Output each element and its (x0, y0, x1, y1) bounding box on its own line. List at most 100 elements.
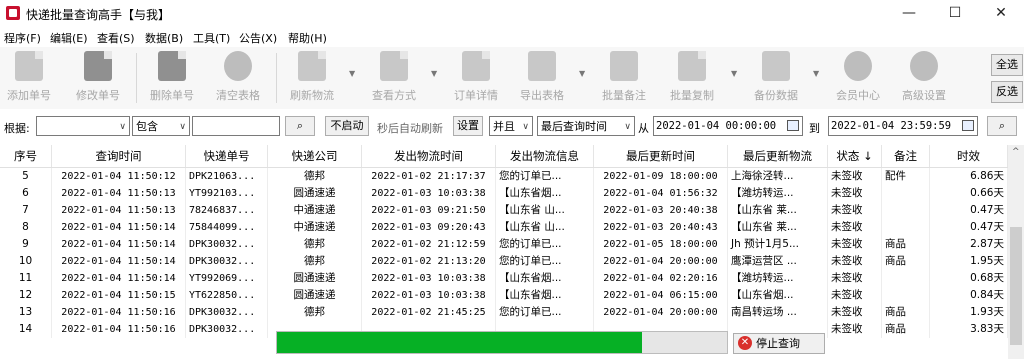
table-cell-index: 6 (0, 185, 52, 202)
table-row[interactable]: 7 2022-01-04 11:50:13 78246837... 中通速递 2022-… (0, 202, 1008, 219)
filter-operator-select[interactable]: 包含 ∨ (132, 116, 190, 136)
backup-data-button[interactable]: 备份数据 (748, 51, 804, 107)
table-cell-status: 未签收 (828, 185, 882, 202)
table-row[interactable]: 13 2022-01-04 11:50:16 DPK30032... 德邦 2022-0… (0, 304, 1008, 321)
header-col-sent-info[interactable]: 发出物流信息 (496, 145, 594, 167)
from-datetime-picker[interactable]: 2022-01-04 00:00:00 (653, 116, 803, 136)
refresh-dropdown-arrow-icon[interactable]: ▼ (349, 69, 355, 78)
filter-by-label: 根据: (4, 122, 30, 135)
menu-notice[interactable]: 公告(X) (239, 30, 277, 46)
refresh-logistics-button[interactable]: 刷新物流 (284, 51, 340, 107)
scrollbar-thumb[interactable] (1010, 227, 1022, 345)
logic-and-select[interactable]: 并且 ∨ (489, 116, 533, 136)
advanced-settings-button[interactable]: 高级设置 (894, 51, 954, 107)
table-cell-note: 商品 (882, 236, 930, 253)
minimize-button[interactable]: — (886, 0, 932, 27)
table-cell-last-update-time: 2022-01-04 20:00:00 (594, 304, 728, 321)
scroll-up-icon[interactable]: ^ (1012, 147, 1020, 157)
order-detail-button[interactable]: 订单详情 (448, 51, 504, 107)
app-icon (6, 6, 20, 20)
search-icon: ⌕ (296, 119, 304, 132)
chevron-down-icon: ∨ (624, 122, 631, 132)
export-dropdown-arrow-icon[interactable]: ▼ (579, 69, 585, 78)
menu-edit[interactable]: 编辑(E) (50, 30, 88, 46)
add-tracking-button[interactable]: 添加单号 (2, 51, 56, 107)
table-cell-tracking-number: 78246837... (186, 202, 268, 219)
close-button[interactable]: ✕ (978, 0, 1024, 27)
header-col-query-time[interactable]: 查询时间 (52, 145, 186, 167)
filter-keyword-input[interactable] (192, 116, 280, 136)
table-cell-last-update-info: 【潍坊转运... (728, 185, 828, 202)
menu-help[interactable]: 帮助(H) (288, 30, 327, 46)
table-cell-last-update-time: 2022-01-03 20:40:38 (594, 202, 728, 219)
select-all-button[interactable]: 全选 (991, 54, 1023, 76)
header-col-courier[interactable]: 快递公司 (268, 145, 362, 167)
table-cell-index: 11 (0, 270, 52, 287)
table-row[interactable]: 5 2022-01-04 11:50:12 DPK21063... 德邦 2022-01… (0, 168, 1008, 185)
maximize-button[interactable]: ☐ (932, 0, 978, 27)
auto-refresh-toggle[interactable]: 不启动 (325, 116, 369, 136)
table-row[interactable]: 10 2022-01-04 11:50:14 DPK30032... 德邦 2022-0… (0, 253, 1008, 270)
table-cell-duration: 6.86天 (930, 168, 1008, 185)
header-col-index[interactable]: 序号 (0, 145, 52, 167)
refresh-document-icon (298, 51, 326, 81)
window-title: 快递批量查询高手【与我】 (26, 8, 171, 22)
copy-dropdown-arrow-icon[interactable]: ▼ (731, 69, 737, 78)
backup-dropdown-arrow-icon[interactable]: ▼ (813, 69, 819, 78)
view-mode-button[interactable]: 查看方式 (366, 51, 422, 107)
to-datetime-picker[interactable]: 2022-01-04 23:59:59 (828, 116, 978, 136)
clear-table-button[interactable]: 清空表格 (210, 51, 266, 107)
filter-field-select[interactable]: ∨ (36, 116, 130, 136)
header-col-last-update-info[interactable]: 最后更新物流 (728, 145, 828, 167)
date-search-button[interactable]: ⌕ (987, 116, 1017, 136)
table-row[interactable]: 6 2022-01-04 11:50:13 YT992103... 圆通速递 2022-… (0, 185, 1008, 202)
menu-tools[interactable]: 工具(T) (193, 30, 230, 46)
header-col-status[interactable]: 状态 ↓ (828, 145, 882, 167)
time-field-select[interactable]: 最后查询时间 ∨ (537, 116, 635, 136)
table-cell-sent-info: 【山东省 山... (496, 202, 594, 219)
header-col-sent-time[interactable]: 发出物流时间 (362, 145, 496, 167)
table-cell-last-update-time: 2022-01-05 18:00:00 (594, 236, 728, 253)
table-cell-sent-info: 【山东省烟... (496, 185, 594, 202)
table-row[interactable]: 9 2022-01-04 11:50:14 DPK30032... 德邦 2022-01… (0, 236, 1008, 253)
table-cell-sent-info: 您的订单已... (496, 236, 594, 253)
table-cell-last-update-info: 南昌转运场 ... (728, 304, 828, 321)
header-col-duration[interactable]: 时效 (930, 145, 1008, 167)
table-row[interactable]: 8 2022-01-04 11:50:14 75844099... 中通速递 2022-… (0, 219, 1008, 236)
header-col-note[interactable]: 备注 (882, 145, 930, 167)
auto-refresh-settings-button[interactable]: 设置 (453, 116, 483, 136)
table-cell-sent-time: 2022-01-02 21:17:37 (362, 168, 496, 185)
table-cell-duration: 0.47天 (930, 202, 1008, 219)
table-cell-last-update-time: 2022-01-04 02:20:16 (594, 270, 728, 287)
table-cell-sent-time: 2022-01-02 21:13:20 (362, 253, 496, 270)
table-cell-last-update-time: 2022-01-03 20:40:43 (594, 219, 728, 236)
header-col-tracking-number[interactable]: 快递单号 (186, 145, 268, 167)
table-cell-sent-time: 2022-01-03 10:03:38 (362, 185, 496, 202)
calendar-icon (787, 120, 799, 131)
batch-note-button[interactable]: 批量备注 (596, 51, 652, 107)
menu-program[interactable]: 程序(F) (4, 30, 41, 46)
stop-query-button[interactable]: ✕ 停止查询 (733, 333, 825, 354)
table-cell-query-time: 2022-01-04 11:50:14 (52, 270, 186, 287)
menu-view[interactable]: 查看(S) (97, 30, 135, 46)
vertical-scrollbar[interactable]: ^ (1008, 145, 1024, 359)
table-cell-last-update-time: 2022-01-04 06:15:00 (594, 287, 728, 304)
view-dropdown-arrow-icon[interactable]: ▼ (431, 69, 437, 78)
batch-copy-button[interactable]: 批量复制 (664, 51, 720, 107)
menu-data[interactable]: 数据(B) (145, 30, 183, 46)
table-cell-last-update-info: 【山东省烟... (728, 287, 828, 304)
table-cell-note (882, 202, 930, 219)
invert-selection-button[interactable]: 反选 (991, 81, 1023, 103)
table-cell-duration: 0.66天 (930, 185, 1008, 202)
table-row[interactable]: 12 2022-01-04 11:50:15 YT622850... 圆通速递 2022… (0, 287, 1008, 304)
edit-tracking-button[interactable]: 修改单号 (70, 51, 126, 107)
delete-tracking-button[interactable]: 删除单号 (144, 51, 200, 107)
member-center-button[interactable]: 会员中心 (830, 51, 886, 107)
table-cell-tracking-number: YT992069... (186, 270, 268, 287)
table-row[interactable]: 11 2022-01-04 11:50:14 YT992069... 圆通速递 2022… (0, 270, 1008, 287)
export-table-button[interactable]: 导出表格 (514, 51, 570, 107)
delete-document-icon (158, 51, 186, 81)
header-col-last-update-time[interactable]: 最后更新时间 (594, 145, 728, 167)
table-cell-tracking-number: DPK30032... (186, 321, 268, 338)
search-button[interactable]: ⌕ (285, 116, 315, 136)
